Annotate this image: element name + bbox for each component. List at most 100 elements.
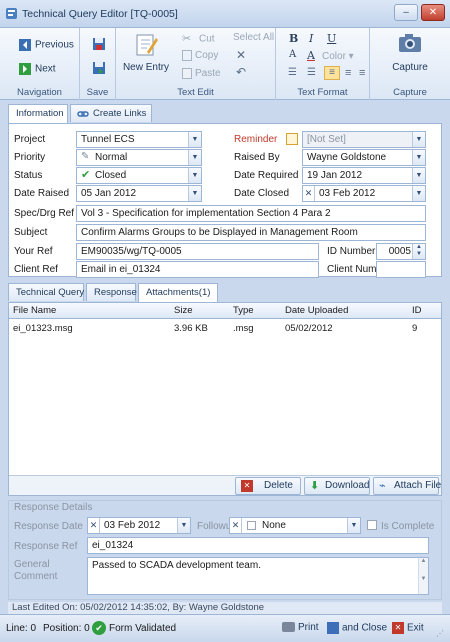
raised-by-select[interactable]: Wayne Goldstone ▼ bbox=[302, 149, 426, 166]
resize-grip-icon[interactable]: ⋰ bbox=[436, 629, 444, 638]
tab-technical-query[interactable]: Technical Query bbox=[8, 283, 84, 301]
minimize-button[interactable]: – bbox=[394, 4, 418, 21]
align-right-icon[interactable]: ≡ bbox=[359, 67, 365, 79]
bullets-icon[interactable]: ☰ bbox=[288, 67, 297, 78]
size-cell: 3.96 KB bbox=[174, 323, 208, 334]
tab-create-links[interactable]: Create Links bbox=[70, 104, 152, 122]
attach-file-button[interactable]: ⌁ Attach File bbox=[373, 477, 441, 495]
attachments-panel: File Name Size Type Date Uploaded ID ei_… bbox=[8, 302, 442, 496]
reminder-label: Reminder bbox=[234, 134, 278, 145]
save-and-close-button[interactable]: and Close bbox=[327, 622, 387, 634]
capture-button[interactable]: Capture bbox=[384, 32, 436, 73]
your-ref-field[interactable]: EM90035/wg/TQ-0005 bbox=[76, 243, 319, 260]
column-header[interactable]: File Name bbox=[13, 305, 56, 316]
reminder-checkbox[interactable] bbox=[286, 133, 298, 145]
column-header[interactable]: Date Uploaded bbox=[285, 305, 348, 316]
subject-field[interactable]: Confirm Alarms Groups to be Displayed in… bbox=[76, 224, 426, 241]
chevron-down-icon: ▼ bbox=[347, 518, 360, 533]
project-select[interactable]: Tunnel ECS ▼ bbox=[76, 131, 202, 148]
date-required-field[interactable]: 19 Jan 2012 ▼ bbox=[302, 167, 426, 184]
undo-icon[interactable]: ↶ bbox=[236, 65, 246, 79]
subject-label: Subject bbox=[14, 227, 48, 238]
status-bar: Line: 0 Position: 0 ✔ Form Validated Pri… bbox=[0, 614, 450, 642]
next-button[interactable]: Next bbox=[18, 62, 56, 76]
save-icon bbox=[327, 622, 339, 634]
download-arrow-icon: ⬇ bbox=[310, 480, 320, 492]
color-dropdown[interactable]: Color ▾ bbox=[322, 51, 354, 62]
cut-button[interactable]: ✂ Cut bbox=[182, 32, 215, 46]
column-header[interactable]: Size bbox=[174, 305, 192, 316]
bold-icon[interactable]: B bbox=[289, 32, 298, 45]
link-icon bbox=[77, 111, 89, 117]
numbering-icon[interactable]: ☰ bbox=[307, 67, 316, 78]
save-group-label: Save bbox=[86, 87, 109, 98]
date-raised-field[interactable]: 05 Jan 2012 ▼ bbox=[76, 185, 202, 202]
column-header[interactable]: ID bbox=[412, 305, 422, 316]
tab-response[interactable]: Response bbox=[86, 283, 137, 301]
download-button[interactable]: ⬇ Download bbox=[304, 477, 370, 495]
spinner-icon[interactable]: ▲ ▼ bbox=[412, 244, 425, 259]
new-entry-button[interactable]: New Entry bbox=[122, 32, 170, 73]
paste-button[interactable]: Paste bbox=[182, 68, 221, 79]
save-and-new-icon[interactable] bbox=[92, 61, 106, 75]
scrollbar[interactable]: ▲ ▼ bbox=[418, 558, 428, 594]
exit-button[interactable]: ✕ Exit bbox=[392, 622, 424, 634]
client-ref-field[interactable]: Email in ei_01324 bbox=[76, 261, 319, 278]
align-center-icon[interactable]: ≡ bbox=[345, 67, 351, 79]
last-edited-text: Last Edited On: 05/02/2012 14:35:02, By:… bbox=[12, 602, 265, 613]
font-color-icon[interactable]: A bbox=[307, 49, 315, 62]
is-complete-label: Is Complete bbox=[381, 521, 435, 532]
priority-select[interactable]: ✎ Normal ▼ bbox=[76, 149, 202, 166]
select-all-button[interactable]: Select All bbox=[233, 32, 274, 43]
italic-icon[interactable]: I bbox=[309, 32, 313, 45]
close-button[interactable]: ✕ bbox=[421, 4, 445, 21]
align-left-icon[interactable]: ≡ bbox=[324, 66, 340, 80]
general-comment-field[interactable]: Passed to SCADA development team. ▲ ▼ bbox=[87, 557, 429, 595]
clear-icon[interactable]: ✕ bbox=[303, 186, 315, 201]
underline-icon[interactable]: U bbox=[327, 32, 336, 45]
followup-select[interactable]: ✕ None ▼ bbox=[229, 517, 361, 534]
id-number-field[interactable]: 0005 ▲ ▼ bbox=[376, 243, 426, 260]
font-size-icon[interactable]: A bbox=[289, 49, 296, 60]
column-header[interactable]: Type bbox=[233, 305, 254, 316]
response-ref-field[interactable]: ei_01324 bbox=[87, 537, 429, 554]
delete-button[interactable]: ✕ Delete bbox=[235, 477, 301, 495]
is-complete-checkbox[interactable] bbox=[367, 520, 377, 530]
previous-button[interactable]: Previous bbox=[18, 38, 74, 52]
copy-button[interactable]: Copy bbox=[182, 50, 218, 61]
chevron-down-icon: ▼ bbox=[412, 168, 425, 183]
position-indicator: Position: 0 bbox=[43, 623, 90, 634]
spec-field[interactable]: Vol 3 - Specification for implementation… bbox=[76, 205, 426, 222]
title-bar: Technical Query Editor [TQ-0005] – ✕ bbox=[0, 0, 450, 28]
text-format-group-label: Text Format bbox=[297, 87, 348, 98]
ribbon: Previous Next Navigation Save New Entry … bbox=[0, 28, 450, 100]
capture-group: Capture Capture bbox=[370, 28, 450, 100]
type-cell: .msg bbox=[233, 323, 254, 334]
tab-attachments[interactable]: Attachments(1) bbox=[138, 283, 218, 302]
response-details-title: Response Details bbox=[14, 502, 93, 513]
app-icon bbox=[6, 8, 17, 19]
table-row[interactable]: ei_01323.msg 3.96 KB .msg 05/02/2012 9 bbox=[9, 321, 441, 337]
client-ref-label: Client Ref bbox=[14, 264, 58, 275]
client-num-field[interactable] bbox=[376, 261, 426, 278]
upper-tab-strip: Information Create Links bbox=[8, 104, 442, 124]
date-uploaded-cell: 05/02/2012 bbox=[285, 323, 333, 334]
followup-checkbox[interactable] bbox=[247, 521, 256, 530]
chevron-down-icon: ▼ bbox=[188, 168, 201, 183]
save-icon[interactable] bbox=[92, 37, 106, 51]
exit-icon: ✕ bbox=[392, 622, 404, 634]
tab-information[interactable]: Information bbox=[8, 104, 68, 123]
reminder-field[interactable]: [Not Set] ▼ bbox=[302, 131, 426, 148]
print-button[interactable]: Print bbox=[282, 622, 319, 633]
clear-icon[interactable]: ✕ bbox=[236, 48, 246, 62]
response-date-field[interactable]: ✕ 03 Feb 2012 ▼ bbox=[87, 517, 191, 534]
status-select[interactable]: ✔ Closed ▼ bbox=[76, 167, 202, 184]
date-closed-field[interactable]: ✕ 03 Feb 2012 ▼ bbox=[302, 185, 426, 202]
chevron-down-icon: ▼ bbox=[188, 132, 201, 147]
scissors-icon: ✂ bbox=[182, 33, 192, 45]
clear-icon[interactable]: ✕ bbox=[88, 518, 100, 533]
text-format-group: B I U A A Color ▾ ☰ ☰ ≡ ≡ ≡ Text Format bbox=[276, 28, 370, 100]
raised-by-label: Raised By bbox=[234, 152, 280, 163]
clear-icon[interactable]: ✕ bbox=[230, 518, 242, 533]
grid-header: File Name Size Type Date Uploaded ID bbox=[9, 303, 441, 319]
